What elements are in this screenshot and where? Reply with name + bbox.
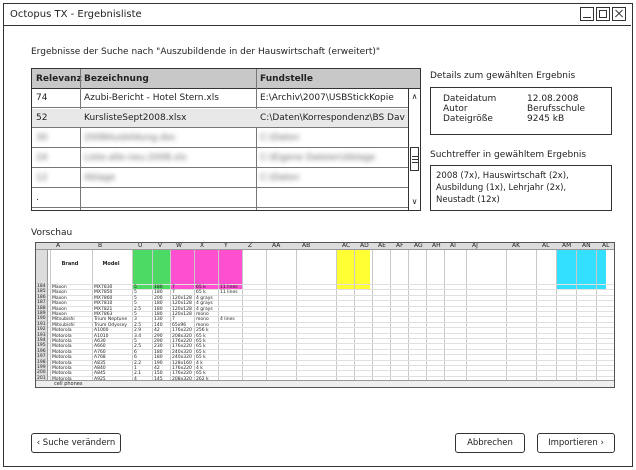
detail-key: Autor bbox=[443, 104, 468, 114]
column-letter: A bbox=[56, 242, 61, 249]
row-number: 192 bbox=[37, 327, 46, 333]
sheet-cell: 208x320 bbox=[172, 376, 192, 382]
row-relevanz: . bbox=[36, 193, 39, 203]
row-bezeichnung: Ablage bbox=[84, 173, 116, 183]
row-relevanz: 12 bbox=[36, 173, 48, 183]
treffer-label: Suchtreffer in gewähltem Ergebnis bbox=[430, 150, 587, 160]
import-button[interactable]: Importieren › bbox=[537, 433, 615, 453]
details-box: Dateidatum 12.08.2008 Autor Berufsschule… bbox=[430, 87, 612, 135]
row-number: 187 bbox=[37, 300, 46, 306]
column-letter: W bbox=[176, 242, 182, 249]
column-letter: V bbox=[158, 242, 163, 249]
maximize-icon bbox=[599, 10, 607, 18]
row-numbers: 184 185 186 187 188 189 190 191 192 193 194 195 196 1… bbox=[36, 250, 48, 387]
column-letter: AC bbox=[342, 242, 351, 249]
column-letter: AE bbox=[378, 242, 386, 249]
row-fundstelle: C:\Daten\Korrespondenz\BS Davidis bbox=[260, 113, 405, 123]
column-header-fundstelle[interactable]: Fundstelle bbox=[260, 74, 405, 84]
close-button[interactable] bbox=[612, 7, 626, 21]
detail-value: Berufsschule bbox=[527, 104, 586, 114]
column-letters: A B U V W X Y Z AA AB AC AD AE AF AG AH AI AJ AK AL AM AN AL bbox=[36, 243, 614, 250]
window-title: Octopus TX - Ergebnisliste bbox=[10, 9, 142, 20]
row-number: 200 bbox=[37, 370, 46, 376]
detail-key: Dateigröße bbox=[443, 114, 493, 124]
detail-key: Dateidatum bbox=[443, 94, 497, 104]
column-letter: AN bbox=[582, 242, 591, 249]
title-bar: Octopus TX - Ergebnisliste bbox=[4, 4, 631, 26]
row-relevanz: 24 bbox=[36, 153, 48, 163]
sheet-tabs: cell phones bbox=[36, 380, 614, 387]
row-relevanz: 52 bbox=[36, 113, 48, 123]
results-scrollbar[interactable]: ∧ ∨ bbox=[408, 89, 420, 210]
results-table: Relevanz Bezeichnung Fundstelle 74 Azubi… bbox=[31, 68, 421, 211]
sheet-cell: 145 bbox=[154, 376, 163, 382]
row-relevanz: 30 bbox=[36, 133, 48, 143]
row-bezeichnung: Liste-alle-neu-2008.xls bbox=[84, 153, 187, 163]
column-letter: U bbox=[138, 242, 143, 249]
column-letter: AM bbox=[562, 242, 572, 249]
table-row-selected[interactable]: 52 KurslisteSept2008.xlsx C:\Daten\Korre… bbox=[32, 109, 409, 128]
column-letter: Y bbox=[224, 242, 228, 249]
column-letter: AA bbox=[272, 242, 281, 249]
row-fundstelle: E:\Archiv\2007\USBStickKopie bbox=[260, 93, 394, 103]
row-number: 188 bbox=[37, 305, 46, 311]
results-header: Relevanz Bezeichnung Fundstelle bbox=[32, 69, 420, 89]
column-letter: AJ bbox=[472, 242, 478, 249]
column-letter: AF bbox=[396, 242, 404, 249]
row-number: 190 bbox=[37, 316, 46, 322]
column-letter: AL bbox=[602, 242, 610, 249]
back-button[interactable]: ‹ Suche verändern bbox=[31, 433, 121, 453]
scroll-down-icon[interactable]: ∨ bbox=[409, 196, 420, 208]
treffer-box: 2008 (7x), Hauswirtschaft (2x), Ausbildu… bbox=[430, 165, 612, 211]
table-row[interactable]: . bbox=[32, 209, 409, 210]
scroll-up-icon[interactable]: ∧ bbox=[409, 91, 420, 103]
scroll-thumb[interactable] bbox=[410, 147, 419, 171]
cancel-button[interactable]: Abbrechen bbox=[455, 433, 525, 453]
table-row[interactable]: 30 2008Ausbildung.doc C:\Daten bbox=[32, 129, 409, 148]
column-letter: AI bbox=[450, 242, 456, 249]
row-bezeichnung: KurslisteSept2008.xlsx bbox=[84, 113, 187, 123]
column-letter: AK bbox=[512, 242, 521, 249]
table-row[interactable]: 74 Azubi-Bericht - Hotel Stern.xls E:\Ar… bbox=[32, 89, 409, 108]
table-row[interactable]: 24 Liste-alle-neu-2008.xls C:\Eigene Dat… bbox=[32, 149, 409, 168]
column-letter: AD bbox=[360, 242, 369, 249]
row-fundstelle: C:\Daten bbox=[260, 173, 300, 183]
sheet-cell: A925 bbox=[94, 376, 106, 382]
sheet-cell: Motorola bbox=[52, 376, 72, 382]
row-relevanz: 74 bbox=[36, 93, 48, 103]
column-header-relevanz[interactable]: Relevanz bbox=[36, 74, 82, 84]
table-row[interactable]: 12 Ablage C:\Daten bbox=[32, 169, 409, 188]
maximize-button[interactable] bbox=[596, 7, 610, 21]
column-letter: AB bbox=[302, 242, 311, 249]
row-number: 195 bbox=[37, 343, 46, 349]
column-letter: AG bbox=[414, 242, 423, 249]
search-heading: Ergebnisse der Suche nach "Auszubildende… bbox=[31, 47, 381, 57]
row-fundstelle: C:\Daten bbox=[260, 133, 300, 143]
row-fundstelle: C:\Eigene Dateien\Ablage bbox=[260, 153, 376, 163]
table-row[interactable]: . bbox=[32, 189, 409, 208]
row-bezeichnung: Azubi-Bericht - Hotel Stern.xls bbox=[84, 93, 219, 103]
detail-value: 12.08.2008 bbox=[527, 94, 579, 104]
column-letter: X bbox=[200, 242, 205, 249]
column-letter: Z bbox=[248, 242, 253, 249]
preview-label: Vorschau bbox=[31, 228, 73, 238]
column-header-bezeichnung[interactable]: Bezeichnung bbox=[84, 74, 252, 84]
sheet-cell: 4 lines bbox=[220, 317, 235, 323]
row-number: 193 bbox=[37, 332, 46, 338]
detail-value: 9245 kB bbox=[527, 114, 565, 124]
minimize-icon bbox=[583, 16, 591, 18]
sheet-cell: 262 k bbox=[196, 376, 209, 382]
row-number: 185 bbox=[37, 289, 46, 295]
row-number: 198 bbox=[37, 359, 46, 365]
spreadsheet-preview: A B U V W X Y Z AA AB AC AD AE AF AG AH AI AJ AK AL AM AN AL 1… bbox=[35, 242, 615, 388]
row-bezeichnung: 2008Ausbildung.doc bbox=[84, 133, 177, 143]
column-letter: AL bbox=[542, 242, 550, 249]
sheet-cell: 4 bbox=[134, 376, 137, 382]
details-label: Details zum gewählten Ergebnis bbox=[430, 71, 576, 81]
minimize-button[interactable] bbox=[580, 7, 594, 21]
sheet-cell: 11 lines bbox=[220, 290, 238, 296]
column-letter: AH bbox=[432, 242, 441, 249]
column-letter: B bbox=[98, 242, 103, 249]
row-number: 197 bbox=[37, 354, 46, 360]
